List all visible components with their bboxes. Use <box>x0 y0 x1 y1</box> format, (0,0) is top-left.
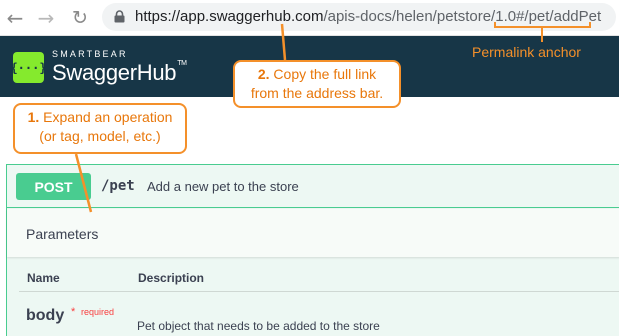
operation-description[interactable]: Add a new pet to the store <box>147 179 299 194</box>
callout-step-2: 2. Copy the full link from the address b… <box>233 60 401 108</box>
column-header-description: Description <box>138 271 205 285</box>
callout-1-line1: Expand an operation <box>43 109 173 125</box>
parameters-section-header: Parameters <box>7 209 619 257</box>
brand-smartbear: SMARTBEAR <box>52 49 128 59</box>
operation-path[interactable]: /pet <box>101 178 135 194</box>
parameter-name: body <box>26 307 65 324</box>
url-path: /apis-docs/helen/petstore/1.0#/pet/addPe… <box>323 8 602 25</box>
callout-2-line1: Copy the full link <box>273 66 377 82</box>
permalink-anchor-label: Permalink anchor <box>472 44 581 60</box>
parameter-description: Pet object that needs to be added to the… <box>137 319 380 333</box>
table-divider <box>19 291 619 292</box>
swaggerhub-logo-icon[interactable]: {···} <box>10 52 47 83</box>
brand-trademark: TM <box>177 60 187 67</box>
callout-1-line2: (or tag, model, etc.) <box>39 128 161 144</box>
forward-arrow-icon[interactable]: → <box>34 6 58 30</box>
parameters-title: Parameters <box>26 226 99 242</box>
reload-icon[interactable]: ↻ <box>68 6 92 30</box>
address-bar-url[interactable]: https://app.swaggerhub.com/apis-docs/hel… <box>135 7 601 27</box>
callout-2-number: 2. <box>257 66 270 82</box>
address-bar[interactable]: https://app.swaggerhub.com/apis-docs/hel… <box>102 3 616 31</box>
callout-step-1: 1. Expand an operation (or tag, model, e… <box>13 103 187 154</box>
callout-1-number: 1. <box>27 109 40 125</box>
column-header-name: Name <box>27 271 60 285</box>
lock-icon <box>114 10 125 23</box>
url-host: https://app.swaggerhub.com <box>135 8 324 25</box>
required-star: * <box>71 306 76 318</box>
callout-2-line2: from the address bar. <box>250 85 384 101</box>
back-arrow-icon[interactable]: ← <box>3 6 27 30</box>
brand-swaggerhub[interactable]: SwaggerHubTM <box>52 60 187 86</box>
http-method-badge[interactable]: POST <box>16 173 91 200</box>
required-label: required <box>81 307 115 317</box>
operation-summary[interactable]: POST /pet Add a new pet to the store <box>7 165 619 208</box>
browser-toolbar: ← → ↻ https://app.swaggerhub.com/apis-do… <box>0 0 619 36</box>
brand-swaggerhub-text: SwaggerHub <box>52 60 177 85</box>
operation-block: POST /pet Add a new pet to the store Par… <box>6 164 619 336</box>
